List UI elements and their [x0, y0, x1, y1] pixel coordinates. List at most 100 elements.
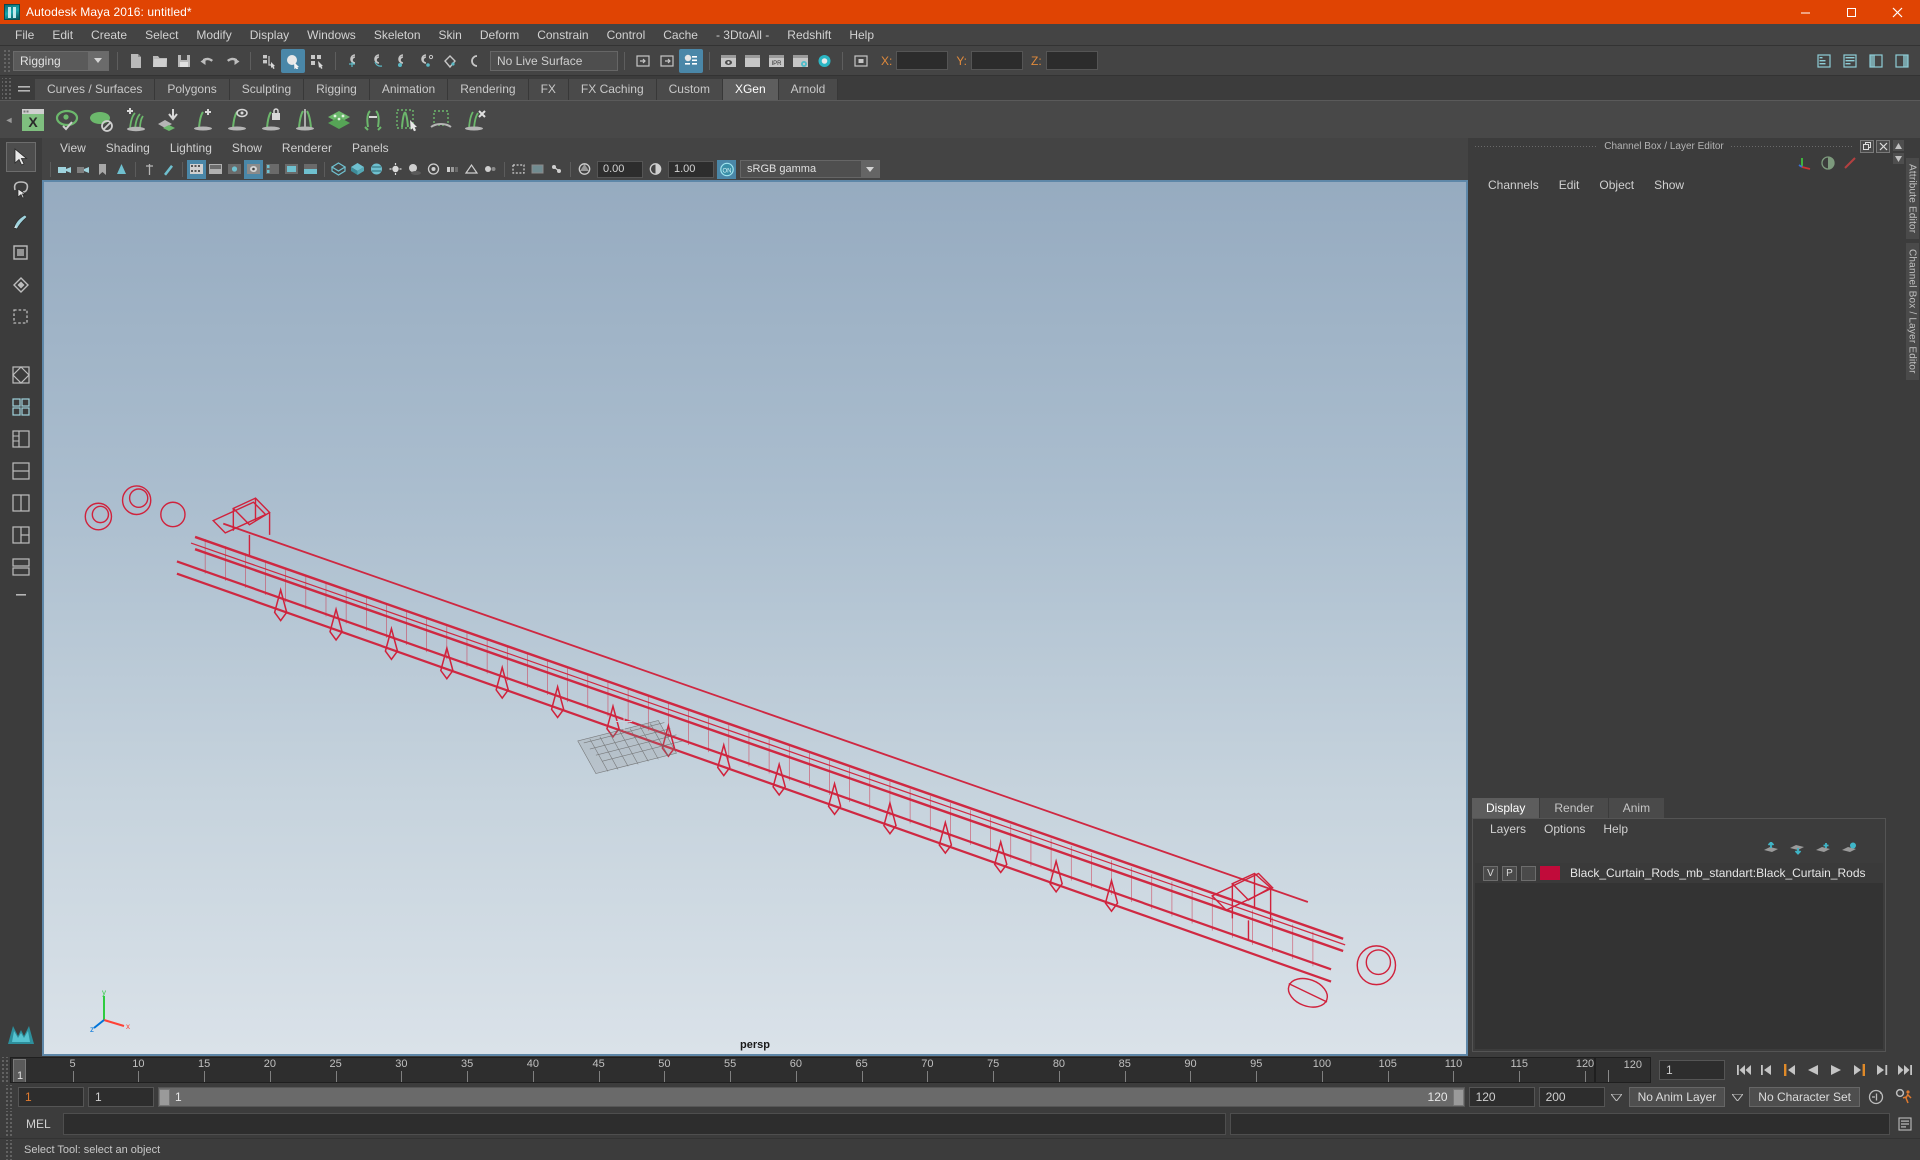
scroll-up-icon[interactable]	[1892, 140, 1904, 151]
current-time-field[interactable]: 1	[1659, 1060, 1725, 1080]
viewport-menu-shading[interactable]: Shading	[96, 138, 160, 158]
grease-pencil-icon[interactable]	[159, 160, 178, 179]
scroll-down-icon[interactable]	[1892, 153, 1904, 164]
xgen-groom-icon[interactable]	[357, 104, 389, 136]
playback-start-time-field[interactable]: 1	[88, 1087, 154, 1107]
toggle-panel-icon[interactable]	[849, 49, 873, 73]
ipr-render-icon[interactable]: IPR	[764, 49, 788, 73]
exposure-icon[interactable]	[575, 160, 594, 179]
camera-attributes-icon[interactable]	[74, 160, 93, 179]
safe-title-icon[interactable]	[282, 160, 301, 179]
menu-display[interactable]: Display	[241, 24, 298, 46]
menu-skeleton[interactable]: Skeleton	[365, 24, 430, 46]
menu-file[interactable]: File	[6, 24, 43, 46]
field-chart-icon[interactable]	[244, 159, 263, 179]
anim-layer-selector[interactable]: No Anim Layer	[1628, 1087, 1726, 1107]
xgen-sculpt-icon[interactable]	[323, 104, 355, 136]
menu-modify[interactable]: Modify	[187, 24, 240, 46]
gamma-icon[interactable]	[646, 160, 665, 179]
xgen-hide-preview-icon[interactable]	[85, 104, 117, 136]
new-layer-from-selected-icon[interactable]	[1841, 842, 1857, 858]
hypershade-icon[interactable]	[812, 49, 836, 73]
animation-end-time-field[interactable]: 200	[1538, 1087, 1605, 1107]
new-layer-icon[interactable]	[1815, 842, 1831, 858]
resolution-gate-icon[interactable]	[206, 160, 225, 179]
menu-constrain[interactable]: Constrain	[528, 24, 597, 46]
safe-action-icon[interactable]	[263, 160, 282, 179]
layer-menu-help[interactable]: Help	[1594, 819, 1637, 839]
paint-select-tool[interactable]	[6, 206, 36, 236]
step-back-frame-icon[interactable]	[1779, 1059, 1801, 1081]
hypershade-layout[interactable]	[6, 552, 36, 582]
close-icon[interactable]	[1874, 0, 1920, 24]
play-forwards-icon[interactable]	[1825, 1059, 1847, 1081]
attribute-editor-icon[interactable]	[1820, 155, 1836, 174]
menu-edit[interactable]: Edit	[43, 24, 82, 46]
2d-pan-zoom-icon[interactable]	[140, 160, 159, 179]
tab-display-layers[interactable]: Display	[1472, 798, 1540, 818]
shelf-tab-fx-caching[interactable]: FX Caching	[568, 79, 657, 100]
viewport-menu-panels[interactable]: Panels	[342, 138, 399, 158]
go-to-start-icon[interactable]	[1733, 1059, 1755, 1081]
gate-overlay-icon[interactable]	[301, 160, 320, 179]
xgen-import-collection-icon[interactable]	[153, 104, 185, 136]
isolate-select-icon[interactable]	[509, 160, 528, 179]
character-set-dropdown-icon[interactable]	[1729, 1087, 1745, 1107]
shelf-tab-xgen[interactable]: XGen	[722, 79, 779, 100]
layer-list[interactable]: V P Black_Curtain_Rods_mb_standart:Black…	[1475, 863, 1883, 1049]
image-plane-icon[interactable]	[112, 160, 131, 179]
scale-tool[interactable]	[6, 302, 36, 332]
menu-redshift[interactable]: Redshift	[778, 24, 840, 46]
attribute-panel-icon[interactable]	[1838, 49, 1862, 73]
shelf-tab-fx[interactable]: FX	[528, 79, 569, 100]
range-end-handle[interactable]	[1452, 1088, 1464, 1106]
gamma-value-field[interactable]: 1.00	[668, 160, 714, 178]
tab-anim-layers[interactable]: Anim	[1608, 798, 1665, 818]
lasso-select-tool[interactable]	[6, 174, 36, 204]
make-live-icon[interactable]	[462, 49, 486, 73]
single-perspective-layout[interactable]	[6, 360, 36, 390]
maximize-icon[interactable]	[1828, 0, 1874, 24]
shelf-tab-rendering[interactable]: Rendering	[448, 79, 529, 100]
coord-y-field[interactable]	[971, 51, 1024, 70]
step-back-keyframe-icon[interactable]	[1756, 1059, 1778, 1081]
step-forward-frame-icon[interactable]	[1848, 1059, 1870, 1081]
select-camera-icon[interactable]	[55, 160, 74, 179]
anim-layer-dropdown-icon[interactable]	[1609, 1087, 1625, 1107]
color-management-icon[interactable]: ON	[717, 159, 736, 179]
outliner-panel-icon[interactable]	[1812, 49, 1836, 73]
wireframe-icon[interactable]	[329, 160, 348, 179]
depth-of-field-icon[interactable]	[481, 160, 500, 179]
range-bar[interactable]: 1 120	[158, 1087, 1465, 1107]
show-hide-editor-icon[interactable]	[631, 49, 655, 73]
layer-visibility-toggle[interactable]: V	[1483, 865, 1498, 881]
four-view-layout[interactable]	[6, 392, 36, 422]
multisample-aa-icon[interactable]	[462, 160, 481, 179]
exposure-value-field[interactable]: 0.00	[597, 160, 643, 178]
open-scene-icon[interactable]	[148, 49, 172, 73]
channelbox-menu-channels[interactable]: Channels	[1478, 174, 1549, 196]
modeling-toolkit-icon[interactable]	[1842, 155, 1858, 174]
coord-x-field[interactable]	[896, 51, 949, 70]
snap-to-projected-center-icon[interactable]	[414, 49, 438, 73]
move-layer-down-icon[interactable]	[1789, 842, 1805, 858]
more-layouts[interactable]	[8, 584, 34, 606]
xgen-select-guides-icon[interactable]	[391, 104, 423, 136]
command-line-grip[interactable]	[4, 1111, 14, 1137]
command-input-field[interactable]	[62, 1113, 1226, 1135]
xgen-add-guide-icon[interactable]	[187, 104, 219, 136]
panel-scrollbar[interactable]	[1892, 138, 1904, 1056]
new-scene-icon[interactable]	[124, 49, 148, 73]
xgen-lock-guide-icon[interactable]	[255, 104, 287, 136]
shelf-tab-rigging[interactable]: Rigging	[304, 79, 370, 100]
undo-icon[interactable]	[196, 49, 220, 73]
xray-joints-icon[interactable]	[547, 160, 566, 179]
time-cursor[interactable]: 1	[13, 1059, 26, 1082]
xgen-preview-icon[interactable]	[51, 104, 83, 136]
layer-menu-layers[interactable]: Layers	[1481, 819, 1535, 839]
play-backwards-icon[interactable]	[1802, 1059, 1824, 1081]
range-slider-grip[interactable]	[4, 1085, 14, 1109]
channelbox-menu-show[interactable]: Show	[1644, 174, 1694, 196]
menu-help[interactable]: Help	[840, 24, 883, 46]
shelf-tab-curves-surfaces[interactable]: Curves / Surfaces	[35, 79, 156, 100]
